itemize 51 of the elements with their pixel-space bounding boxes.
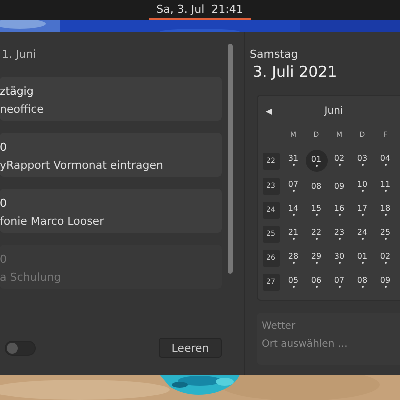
event-card[interactable]: ztägig neoffice	[0, 77, 222, 121]
calendar-day[interactable]: 17	[352, 200, 374, 220]
calendar-day[interactable]: 09	[328, 176, 350, 196]
date-label: 3. Juli 2021	[253, 63, 338, 81]
calendar-day[interactable]: 01	[306, 150, 328, 172]
calendar-day[interactable]: 08	[352, 272, 374, 292]
event-title: yRapport Vormonat eintragen	[0, 159, 164, 172]
location-placeholder: Ort auswählen …	[262, 339, 349, 350]
event-time: ztägig	[0, 85, 35, 98]
calendar-day[interactable]: 02	[328, 150, 350, 170]
toggle-switch[interactable]	[5, 340, 36, 356]
calendar-day[interactable]: 31	[282, 150, 304, 170]
previous-month-button[interactable]: ◀	[260, 106, 282, 116]
calendar-day[interactable]: 23	[328, 224, 350, 244]
event-title: a Schulung	[0, 271, 62, 284]
month-label: Juni	[323, 106, 344, 116]
event-card[interactable]: 0 fonie Marco Looser	[0, 189, 222, 233]
calendar-day[interactable]: 01	[352, 248, 374, 268]
event-time: 0	[0, 141, 8, 154]
calendar-day[interactable]: 14	[282, 200, 304, 220]
date-heading: 1. Juni	[1, 48, 38, 61]
calendar-day[interactable]: 02	[374, 248, 396, 268]
event-title: fonie Marco Looser	[0, 215, 106, 228]
calendar-day[interactable]: 30	[328, 248, 350, 268]
scrollbar[interactable]	[228, 44, 233, 274]
calendar-day[interactable]: 28	[282, 248, 304, 268]
calendar-day[interactable]: 03	[352, 150, 374, 170]
clear-button[interactable]: Leeren	[159, 338, 222, 358]
calendar-day[interactable]: 18	[374, 200, 396, 220]
event-title: neoffice	[0, 103, 45, 116]
calendar-day[interactable]: 05	[282, 272, 304, 292]
calendar-day[interactable]: 11	[374, 176, 396, 196]
calendar-day[interactable]: 10	[352, 176, 374, 196]
calendar-day[interactable]: 15	[306, 200, 328, 220]
event-time: 0	[0, 197, 8, 210]
calendar-day[interactable]: 07	[328, 272, 350, 292]
weekday-label: Samstag	[250, 48, 300, 61]
calendar-day[interactable]: 25	[374, 224, 396, 244]
event-time: 0	[0, 253, 8, 266]
calendar-day[interactable]: 22	[306, 224, 328, 244]
weather-title: Wetter	[262, 321, 297, 332]
calendar-day[interactable]: 21	[282, 224, 304, 244]
calendar-day[interactable]: 04	[374, 150, 396, 170]
calendar-day[interactable]: 08	[306, 176, 328, 196]
calendar-day[interactable]: 06	[306, 272, 328, 292]
calendar-day[interactable]: 29	[306, 248, 328, 268]
calendar-day[interactable]: 09	[374, 272, 396, 292]
event-card[interactable]: 0 yRapport Vormonat eintragen	[0, 133, 222, 177]
calendar-day[interactable]: 16	[328, 200, 350, 220]
calendar-day[interactable]: 07	[282, 176, 304, 196]
calendar-day[interactable]: 24	[352, 224, 374, 244]
